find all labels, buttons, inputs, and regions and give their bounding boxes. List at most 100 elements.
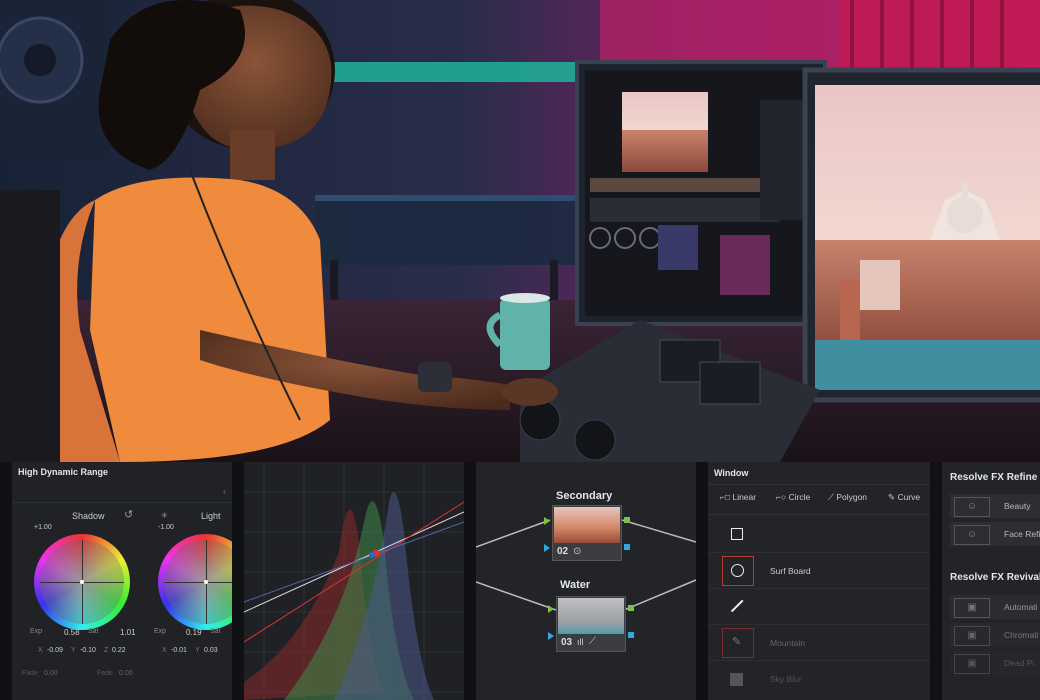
fx-revival-title: Resolve FX Revival: [950, 572, 1040, 583]
hdr-title: High Dynamic Range: [18, 467, 109, 477]
shadow-color-wheel[interactable]: [34, 534, 130, 630]
node-water[interactable]: 03 ıll ⟋: [556, 596, 626, 652]
panel-gap: [930, 462, 942, 700]
curves-panel[interactable]: [244, 462, 464, 700]
face-icon: ☺: [954, 497, 990, 517]
node-input-port[interactable]: [544, 517, 550, 525]
node-output-port[interactable]: [624, 544, 630, 550]
node-input-port[interactable]: [548, 605, 554, 613]
window-item-circle[interactable]: [722, 556, 754, 586]
curve-graph[interactable]: [244, 462, 464, 700]
divider: [708, 514, 930, 515]
tool-label: Circle: [788, 492, 811, 502]
linear-icon: ⌐□: [720, 492, 733, 502]
shadow-sat-value[interactable]: 1.01: [120, 628, 136, 637]
reset-icon[interactable]: ↺: [124, 508, 133, 521]
divider: [708, 624, 930, 625]
divider: [12, 502, 232, 503]
fade-label-2: Fade: [97, 670, 113, 677]
shadow-label: Shadow: [72, 511, 105, 521]
window-panel: Window ⌐□ Linear ⌐○ Circle ⟋ Polygon ✎ C…: [708, 462, 930, 700]
tool-polygon[interactable]: ⟋ Polygon: [828, 492, 867, 503]
node-output-port[interactable]: [628, 605, 634, 611]
shadow-exp-label: Exp: [30, 628, 43, 635]
fade-value[interactable]: 0.00: [44, 670, 58, 677]
light-color-wheel[interactable]: [158, 534, 232, 630]
fx-item[interactable]: ▣ Chromati: [950, 623, 1040, 647]
divider: [708, 660, 930, 661]
divider: [708, 588, 930, 589]
hdr-panel: High Dynamic Range ‹ Shadow ↺ +1.00 Ligh…: [12, 462, 232, 700]
light-value: -1.00: [158, 524, 174, 531]
shadow-z-value[interactable]: 0.22: [112, 647, 126, 654]
square-icon: [731, 528, 743, 540]
node-thumbnail: [558, 598, 624, 634]
light-y-label: Y: [195, 647, 200, 654]
window-item-line[interactable]: [722, 592, 752, 620]
face-icon: ☺: [954, 525, 990, 545]
circle-icon: ⌐○: [776, 492, 789, 502]
line-icon: [730, 599, 744, 612]
shadow-z-label: Z: [104, 647, 109, 654]
light-sat-label: Sat: [210, 628, 221, 635]
fx-refine-title: Resolve FX Refine: [950, 472, 1038, 483]
window-item-square[interactable]: [722, 520, 752, 548]
window-title: Window: [714, 468, 749, 478]
window-item-pen[interactable]: ✎: [722, 628, 754, 658]
node-panel: Secondary 02 ⊙ Water 03 ıll ⟋: [476, 462, 696, 700]
collapse-icon[interactable]: ‹: [223, 486, 226, 496]
shadow-value: +1.00: [34, 524, 52, 531]
fx-item-label: Chromati: [1004, 630, 1039, 640]
window-item-gradient[interactable]: [722, 666, 752, 694]
gradient-icon: [730, 673, 743, 686]
wheel-puck[interactable]: [204, 580, 208, 584]
window-item-label: Surf Board: [770, 566, 811, 576]
panel-gap: [232, 462, 244, 700]
fade-value-2[interactable]: 0.00: [119, 670, 133, 677]
fx-item[interactable]: ▣ Automati: [950, 595, 1040, 619]
crosshair-h: [164, 582, 232, 583]
fx-item-label: Beauty: [1004, 501, 1031, 511]
node-circle-icon: ⊙: [573, 546, 582, 557]
fx-panel: Resolve FX Refine ☺ Beauty ☺ Face Refi R…: [942, 462, 1040, 700]
fade-label: Fade: [22, 670, 38, 677]
window-item-label: Mountain: [770, 638, 805, 648]
studio-scene-illustration: [0, 0, 1040, 462]
tool-label: Polygon: [836, 492, 868, 502]
node-number: 03: [561, 637, 573, 648]
node-secondary[interactable]: 02 ⊙: [552, 505, 622, 561]
fx-item-label: Automati: [1004, 602, 1038, 612]
node-output-port[interactable]: [628, 632, 634, 638]
curve-control-point: [369, 552, 375, 558]
node-number: 02: [557, 546, 569, 557]
node-input-port[interactable]: [544, 544, 550, 552]
light-label: Light: [201, 511, 221, 521]
fx-item-label: Dead Pi: [1004, 658, 1035, 668]
tool-curve[interactable]: ✎ Curve: [888, 492, 920, 503]
node-input-port[interactable]: [548, 632, 554, 640]
fx-item[interactable]: ▣ Dead Pi: [950, 651, 1040, 675]
panel-gap: [0, 462, 12, 700]
node-water-label: Water: [560, 579, 591, 591]
shadow-y-value[interactable]: -0.10: [80, 647, 96, 654]
tool-linear[interactable]: ⌐□ Linear: [720, 492, 756, 502]
light-y-value[interactable]: 0.03: [204, 647, 218, 654]
film-icon: ▣: [954, 654, 990, 674]
panel-gap: [696, 462, 708, 700]
fx-item[interactable]: ☺ Face Refi: [950, 522, 1040, 546]
wheel-puck[interactable]: [80, 580, 84, 584]
node-secondary-label: Secondary: [556, 490, 613, 502]
tool-label: Linear: [732, 492, 757, 502]
divider: [708, 484, 930, 485]
window-item-label: Sky Blur: [770, 674, 802, 684]
shadow-x-value[interactable]: -0.09: [47, 647, 63, 654]
shadow-sat-label: Sat: [88, 628, 99, 635]
node-eyedropper-icon: ⟋: [589, 636, 596, 647]
light-exp-value[interactable]: 0.19: [186, 628, 202, 637]
shadow-exp-value[interactable]: 0.58: [64, 628, 80, 637]
node-output-port[interactable]: [624, 517, 630, 523]
fx-item-label: Face Refi: [1004, 529, 1040, 539]
fx-item[interactable]: ☺ Beauty: [950, 494, 1040, 518]
tool-circle[interactable]: ⌐○ Circle: [776, 492, 810, 502]
light-x-value[interactable]: -0.01: [171, 647, 187, 654]
